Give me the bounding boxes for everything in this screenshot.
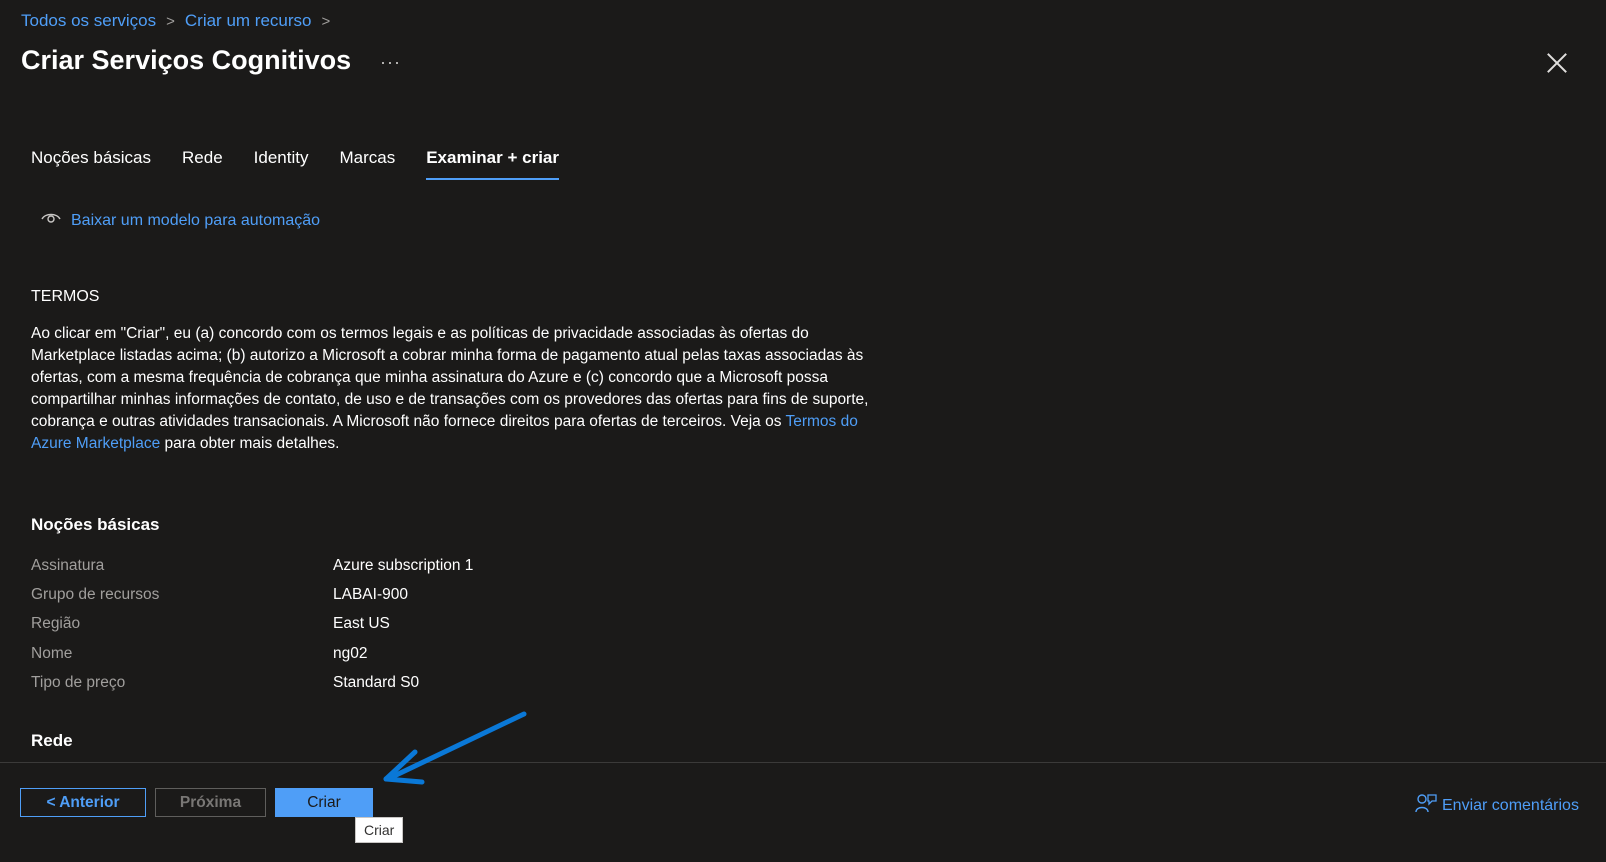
network-heading: Rede <box>31 731 73 750</box>
summary-row: Nome ng02 <box>31 639 731 668</box>
download-template-label[interactable]: Baixar um modelo para automação <box>71 212 320 230</box>
tab-review-create[interactable]: Examinar + criar <box>426 148 559 180</box>
tab-network[interactable]: Rede <box>182 148 223 180</box>
chevron-right-icon: > <box>321 12 331 30</box>
summary-value: ng02 <box>333 644 368 662</box>
more-options-icon[interactable]: ··· <box>380 52 401 73</box>
send-feedback-link[interactable]: Enviar comentários <box>1415 793 1579 818</box>
summary-key: Região <box>31 615 81 633</box>
summary-row: Tipo de preço Standard S0 <box>31 668 731 697</box>
feedback-person-icon <box>1415 793 1437 818</box>
basics-summary: Assinatura Azure subscription 1 Grupo de… <box>31 551 731 697</box>
basics-heading: Noções básicas <box>31 515 160 534</box>
tab-tags[interactable]: Marcas <box>339 148 395 180</box>
page-title: Criar Serviços Cognitivos <box>21 45 352 75</box>
previous-button[interactable]: < Anterior <box>20 788 146 817</box>
terms-text-end: para obter mais detalhes. <box>160 435 340 452</box>
breadcrumb: Todos os serviços > Criar um recurso > <box>21 11 330 31</box>
summary-key: Tipo de preço <box>31 673 126 691</box>
terms-text-body: Ao clicar em "Criar", eu (a) concordo co… <box>31 325 869 430</box>
download-template-link[interactable]: Baixar um modelo para automação <box>41 211 320 230</box>
chevron-right-icon: > <box>166 12 175 30</box>
summary-row: Região East US <box>31 610 731 639</box>
summary-value: Azure subscription 1 <box>333 556 474 574</box>
next-button[interactable]: Próxima <box>155 788 266 817</box>
footer-divider <box>0 762 1606 763</box>
create-button[interactable]: Criar <box>275 788 373 817</box>
close-icon[interactable] <box>1546 52 1568 74</box>
breadcrumb-all-services[interactable]: Todos os serviços <box>21 11 156 31</box>
summary-key: Nome <box>31 644 73 662</box>
summary-row: Assinatura Azure subscription 1 <box>31 551 731 580</box>
terms-text: Ao clicar em "Criar", eu (a) concordo co… <box>31 323 871 455</box>
terms-heading: TERMOS <box>31 288 100 305</box>
summary-value: East US <box>333 615 390 633</box>
eye-icon <box>41 211 61 230</box>
tab-identity[interactable]: Identity <box>254 148 309 180</box>
tab-bar: Noções básicas Rede Identity Marcas Exam… <box>31 148 559 180</box>
summary-row: Grupo de recursos LABAI-900 <box>31 580 731 609</box>
summary-value: Standard S0 <box>333 673 420 691</box>
summary-value: LABAI-900 <box>333 585 408 603</box>
create-tooltip: Criar <box>355 817 404 843</box>
feedback-label[interactable]: Enviar comentários <box>1442 797 1579 815</box>
summary-key: Assinatura <box>31 556 105 574</box>
summary-key: Grupo de recursos <box>31 585 160 603</box>
breadcrumb-create-resource[interactable]: Criar um recurso <box>185 11 312 31</box>
tab-basics[interactable]: Noções básicas <box>31 148 151 180</box>
